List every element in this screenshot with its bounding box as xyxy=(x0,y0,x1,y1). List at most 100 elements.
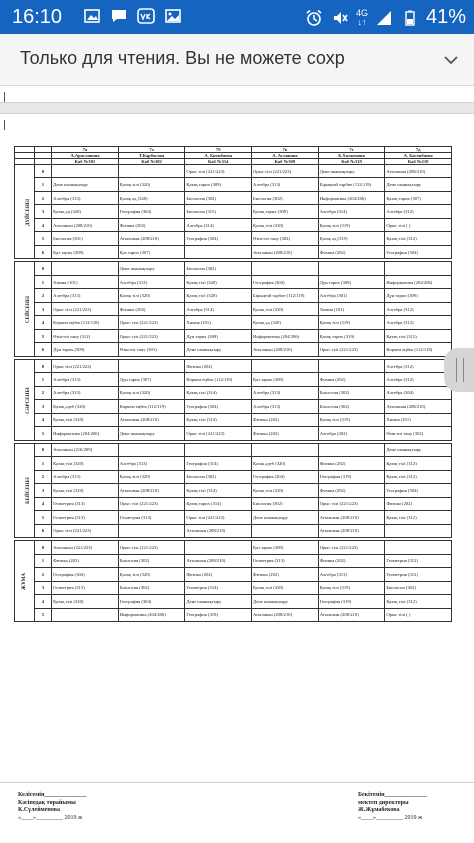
lesson-cell: Биология (302) xyxy=(184,261,253,276)
lesson-cell: Өзін-өзі тану (302) xyxy=(251,231,319,246)
lesson-cell: Физика (202) xyxy=(317,372,386,387)
lesson-cell: Информатика (204/206) xyxy=(251,328,319,344)
lesson-cell: Ағылшын (208/210) xyxy=(184,523,253,539)
lesson-cell: Қазақ тілі (314) xyxy=(184,483,253,498)
day-cell: ЖҰМА xyxy=(14,540,35,622)
table-row: 6 Дүн тарих (309) Өзін-өзі тану (301) Дене … xyxy=(15,342,452,357)
lesson-cell: Алгебра (313) xyxy=(117,274,186,290)
page-corner-mark xyxy=(4,92,5,102)
lesson-cell: География (314) xyxy=(184,456,253,471)
lesson-cell: Қазақ тілі (314) xyxy=(184,412,253,428)
lesson-cell: Қазақ әдеб (320) xyxy=(51,399,119,414)
day-name: БЕЙСЕНБІ xyxy=(25,477,31,505)
lesson-number: 2 xyxy=(33,385,53,401)
day-name: ЖҰМА xyxy=(21,573,27,590)
lesson-number: 2 xyxy=(33,190,53,206)
lesson-cell: Орыс тілі (221/223) xyxy=(51,523,119,539)
lesson-cell: Қазақ тілі (312) xyxy=(384,456,452,471)
lesson-cell: Биология (302) xyxy=(317,399,386,414)
lesson-cell: Дене шынықтыру xyxy=(384,442,452,458)
lesson-cell: География (304) xyxy=(384,244,452,260)
lesson-number: 4 xyxy=(33,315,53,330)
lesson-cell: Орыс тілі ( ) xyxy=(384,607,452,622)
page-break xyxy=(0,102,474,114)
approval-left: Келісемін______________ Кәсіподақ төрайы… xyxy=(18,792,86,822)
lesson-cell: Орыс тілі (221/223) xyxy=(184,426,253,441)
lesson-cell xyxy=(184,244,253,260)
table-row: 1 Физика (202) Биология (302) Ағылшын (208/… xyxy=(15,553,452,569)
lesson-cell: Алгебра (313) xyxy=(51,469,119,485)
lesson-number: 1 xyxy=(33,553,53,569)
lesson-cell: Ағылшын (208/210) xyxy=(317,607,386,622)
lesson-cell: Ағылшын (221/223) xyxy=(51,540,119,555)
approval-right-date: «____»_________ 2019 ж xyxy=(358,814,423,821)
lesson-cell: Қазақ тарих (319) xyxy=(317,328,386,344)
lesson-cell: Физика (202) xyxy=(384,496,452,512)
chevron-down-icon[interactable] xyxy=(442,51,460,69)
lesson-cell: Қаз тарих (309) xyxy=(51,244,119,260)
approval-right: Бекітемін______________ мектеп директоры… xyxy=(358,792,427,822)
lesson-cell: Ағылшын (208/210) xyxy=(317,510,386,525)
lesson-number: 2 xyxy=(33,567,53,582)
lesson-cell xyxy=(384,261,452,276)
lesson-cell: Орыс тілі (221/223) xyxy=(251,163,319,179)
lesson-cell: Қазақ тілі (320) xyxy=(117,385,186,401)
lesson-cell: Қазақ әд (320) xyxy=(251,315,319,330)
lesson-cell: Химия (101) xyxy=(384,412,452,428)
lesson-cell: География (304) xyxy=(117,204,186,219)
lesson-cell: Қаз тарих (309) xyxy=(251,540,319,555)
approval-right-line1: Бекітемін______________ xyxy=(358,792,427,798)
signal-icon xyxy=(374,9,394,27)
lesson-cell: Орыс тілі (221/223) xyxy=(317,496,386,512)
lesson-cell: Қазақ әдеб (320) xyxy=(251,456,319,471)
lesson-cell: Орыс тілі (221/223) xyxy=(317,540,386,555)
lesson-cell xyxy=(251,442,319,458)
lesson-cell: Көркем еңбек (112/119) xyxy=(117,399,186,414)
lesson-cell: Қазақ тілі (320) xyxy=(117,288,186,303)
lesson-cell: Алгебра (302) xyxy=(317,426,386,441)
lesson-cell: Алгебра (313) xyxy=(51,372,119,387)
lesson-cell: Дүн тарих (307) xyxy=(117,372,186,387)
day-name: ДҮЙСЕНБІ xyxy=(26,198,32,226)
lesson-number: 0 xyxy=(33,442,53,458)
network-type: 4G ↓↑ xyxy=(355,7,368,27)
lesson-cell: Орыс тілі (221/223) xyxy=(51,358,119,374)
lesson-cell: Физика (202) xyxy=(317,244,386,260)
lesson-cell: Химия (101) xyxy=(317,301,386,317)
lesson-cell: География (304) xyxy=(117,593,186,609)
lesson-cell: Өзін-өзі тану (302) xyxy=(384,426,452,441)
lesson-number: 3 xyxy=(33,580,53,596)
lesson-cell xyxy=(51,163,119,179)
table-row: 4 Қазақ тілі (320) Ағылшын (208/210) Қазақ … xyxy=(15,412,452,428)
alarm-icon xyxy=(304,9,324,27)
lesson-cell: Геометрия (313) xyxy=(51,580,119,596)
table-row: СӘРСЕНБІ 0 Орыс тілі (221/223) Физика (202)… xyxy=(14,358,452,441)
lesson-number: 6 xyxy=(33,342,53,357)
lesson-cell: География (319) xyxy=(317,593,386,609)
read-only-bar[interactable]: Только для чтения. Вы не можете сохр xyxy=(0,34,474,86)
lesson-cell xyxy=(384,523,452,539)
lesson-cell xyxy=(251,261,319,276)
lesson-number: 0 xyxy=(33,163,53,179)
lesson-number: 5 xyxy=(33,510,53,525)
table-row: 4 Қазақ тілі (320) География (304) Дене шын… xyxy=(15,593,452,609)
lesson-cell xyxy=(251,358,319,374)
scroll-handle[interactable] xyxy=(444,348,474,392)
lesson-cell: Геометрия (313) xyxy=(51,496,119,512)
table-row: 4 Көркем еңбек (112/118) Орыс тілі (221/22… xyxy=(15,315,452,330)
schedule-table: 7а 7ә 7б 7в 7г 7д А.Арасланова Т.Карбасо… xyxy=(14,146,452,622)
lesson-cell: Ағылшын (208/210) xyxy=(117,231,186,246)
lesson-number: 1 xyxy=(33,372,53,387)
lesson-cell xyxy=(317,358,386,374)
table-row: 3 Қазақ әдеб (320) Көркем еңбек (112/119) Г… xyxy=(15,399,452,414)
table-row: СЕЙСЕНБІ 0 Дене шынықтыру Биология (302) xyxy=(14,261,452,357)
lesson-cell: Дүн тарих (309) xyxy=(184,328,253,344)
lesson-cell: География (304) xyxy=(251,274,319,290)
table-row: 3 Геометрия (313) Биология (302) Геометрия … xyxy=(15,580,452,596)
table-row: 1 Қазақ тілі (320) Алгебра (313) География … xyxy=(15,456,452,471)
lesson-cell: Физика (202) xyxy=(117,301,186,317)
lesson-cell: Қазақ тілі (320) xyxy=(117,567,186,582)
image-icon xyxy=(163,7,183,25)
lesson-cell: Алгебра (314) xyxy=(317,204,386,219)
lesson-cell: Қазақ тілі (314) xyxy=(184,385,253,401)
